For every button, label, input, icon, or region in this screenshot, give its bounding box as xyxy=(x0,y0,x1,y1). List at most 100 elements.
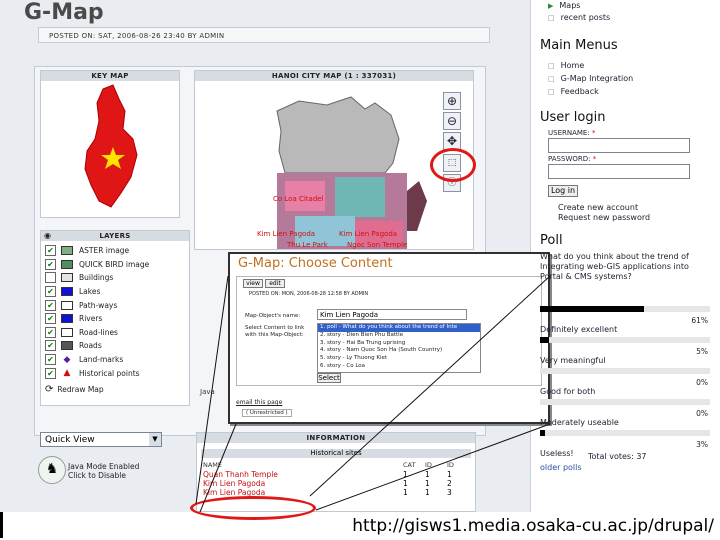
login-button[interactable]: Log in xyxy=(548,185,578,197)
information-header: INFORMATION xyxy=(197,433,475,443)
recent-posts-label: recent posts xyxy=(560,13,611,22)
email-this-page-link[interactable]: email this page xyxy=(236,399,282,406)
menu-item-label: Home xyxy=(560,61,585,70)
poll-bar-track xyxy=(540,399,710,405)
zoom-in-icon[interactable]: ⊕ xyxy=(443,92,461,110)
sidebar-link-maps[interactable]: ▶ Maps xyxy=(548,1,610,13)
list-item[interactable]: 2. story - Dien Bien Phu Battle xyxy=(318,332,480,340)
java-partial-text: Java xyxy=(200,388,215,396)
map-object-label: Map-Object's name: xyxy=(245,313,301,319)
poll-bar-track xyxy=(540,430,710,436)
map-label-thu-le[interactable]: Thu Le Park xyxy=(287,241,328,249)
map-label-kim-lien-2[interactable]: Kim Lien Pagoda xyxy=(339,230,397,238)
poll-percent: 61% xyxy=(691,316,708,325)
layer-label: Buildings xyxy=(79,273,114,283)
dialog-tabs: view edit xyxy=(237,277,541,290)
poll-bar xyxy=(540,430,546,436)
site-cell-id1: 1 xyxy=(425,479,430,488)
redraw-map-link[interactable]: ⟳ Redraw Map xyxy=(41,383,189,397)
poll-percent: 0% xyxy=(696,409,708,418)
poll-option: 61% Definitely excellent xyxy=(540,296,712,334)
col-name: NAME xyxy=(203,461,223,469)
page-title: G-Map xyxy=(24,0,104,25)
layer-checkbox[interactable]: ✔ xyxy=(45,354,56,366)
layer-checkbox[interactable]: ✔ xyxy=(45,313,56,325)
create-account-link[interactable]: Create new account xyxy=(558,203,638,212)
list-item[interactable]: 4. story - Nam Quoc Son Ha (South Countr… xyxy=(318,347,480,355)
site-cell-cat: 1 xyxy=(403,470,408,479)
list-item[interactable]: 1. poll - What do you think about the tr… xyxy=(318,324,480,332)
layer-item[interactable]: ✔ Roads xyxy=(45,339,185,353)
dialog-title: G-Map: Choose Content xyxy=(238,256,393,271)
java-mode-text[interactable]: Java Mode Enabled Click to Disable xyxy=(68,462,139,480)
map-label-kim-lien-1[interactable]: Kim Lien Pagoda xyxy=(257,230,315,238)
layer-item[interactable]: ✔ Rivers xyxy=(45,312,185,326)
highlight-circle-tool xyxy=(430,148,476,182)
layer-checkbox[interactable]: ✔ xyxy=(45,326,56,338)
map-object-name-field[interactable]: Kim Lien Pagoda xyxy=(317,309,467,320)
layers-title: LAYERS xyxy=(99,232,131,240)
table-row[interactable]: Quan Thanh Temple 1 1 1 xyxy=(203,470,469,479)
map-label-ngoc-son[interactable]: Ngoc Son Temple xyxy=(347,241,407,249)
password-text: PASSWORD: xyxy=(548,155,591,163)
col-id2: ID xyxy=(447,461,454,469)
col-cat: CAT xyxy=(403,461,416,469)
select-button[interactable]: Select xyxy=(317,373,341,383)
sidebar-menu-item[interactable]: □ Home xyxy=(548,61,633,74)
layer-checkbox[interactable]: ✔ xyxy=(45,299,56,311)
site-cell-name[interactable]: Kim Lien Pagoda xyxy=(203,479,403,488)
zoom-out-icon[interactable]: ⊖ xyxy=(443,112,461,130)
older-polls-link[interactable]: older polls xyxy=(540,463,582,472)
quick-view-value: Quick View xyxy=(45,435,95,445)
poll-bar xyxy=(540,337,549,343)
layer-label: Historical points xyxy=(79,368,140,378)
layer-item[interactable]: ✔ Lakes xyxy=(45,285,185,299)
highlight-circle-row xyxy=(190,496,316,520)
username-text: USERNAME: xyxy=(548,129,590,137)
select-content-label: Select Content to link with this Map-Obj… xyxy=(245,325,305,338)
list-item[interactable]: 3. story - Hai Ba Trung uprising xyxy=(318,340,480,348)
layer-label: Roads xyxy=(79,341,102,351)
layer-swatch-icon xyxy=(61,300,73,310)
layer-checkbox[interactable]: ✔ xyxy=(45,258,56,270)
password-label: PASSWORD: * xyxy=(548,155,597,163)
layer-item[interactable]: ✔ ASTER image xyxy=(45,244,185,258)
main-menus-title: Main Menus xyxy=(540,38,618,53)
key-map-image[interactable] xyxy=(41,81,179,217)
quick-view-select[interactable]: Quick View ▼ xyxy=(40,432,162,447)
username-field[interactable] xyxy=(548,138,690,153)
list-item[interactable]: 5. story - Ly Thuong Kiet xyxy=(318,355,480,363)
layer-checkbox[interactable]: ✔ xyxy=(45,245,56,257)
sidebar-menu-item[interactable]: □ G-Map Integration xyxy=(548,74,633,87)
layers-panel: ◉ LAYERS ✔ ASTER image ✔ QUICK BIRD image Bu… xyxy=(40,230,190,406)
table-row[interactable]: Kim Lien Pagoda 1 1 2 xyxy=(203,479,469,488)
layer-item[interactable]: ✔ QUICK BIRD image xyxy=(45,258,185,272)
left-edge-mark xyxy=(0,512,3,538)
password-field[interactable] xyxy=(548,164,690,179)
layer-item[interactable]: ✔ Path-ways xyxy=(45,298,185,312)
layer-checkbox[interactable]: ✔ xyxy=(45,340,56,352)
layer-label: QUICK BIRD image xyxy=(79,259,150,269)
site-cell-name[interactable]: Quan Thanh Temple xyxy=(203,470,403,479)
key-map-header: KEY MAP xyxy=(41,71,179,81)
tab-view[interactable]: view xyxy=(243,279,263,288)
content-listbox[interactable]: 1. poll - What do you think about the tr… xyxy=(317,323,481,373)
layer-item[interactable]: ✔ Road-lines xyxy=(45,326,185,340)
bullet-icon: □ xyxy=(548,62,555,70)
sidebar-menu-item[interactable]: □ Feedback xyxy=(548,87,633,100)
tab-edit[interactable]: edit xyxy=(265,279,285,288)
sidebar-link-recent-posts[interactable]: □ recent posts xyxy=(548,13,610,25)
site-cell-cat: 1 xyxy=(403,479,408,488)
layer-checkbox[interactable]: ✔ xyxy=(45,286,56,298)
request-password-link[interactable]: Request new password xyxy=(558,213,650,222)
list-item[interactable]: 6. story - Co Loa xyxy=(318,363,480,371)
layer-item[interactable]: ✔ ◆ Land-marks xyxy=(45,353,185,367)
map-label-co-loa[interactable]: Co Loa Citadel xyxy=(273,195,324,203)
layer-item[interactable]: ✔ ▲ Historical points xyxy=(45,366,185,380)
layer-swatch-icon xyxy=(61,273,73,283)
layer-item[interactable]: Buildings xyxy=(45,271,185,285)
layer-checkbox[interactable] xyxy=(45,272,56,284)
layer-checkbox[interactable]: ✔ xyxy=(45,367,56,379)
java-icon[interactable]: ♞ xyxy=(38,456,66,484)
footer-url: http://gisws1.media.osaka-cu.ac.jp/drupa… xyxy=(352,516,714,536)
